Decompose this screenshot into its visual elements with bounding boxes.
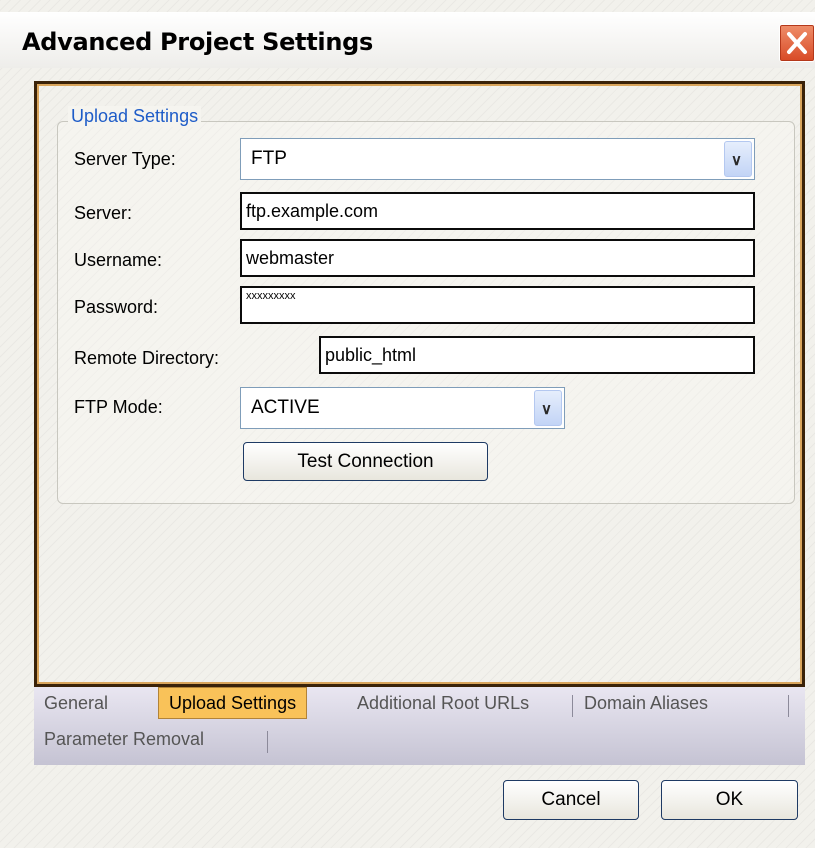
tab-separator: [788, 695, 789, 717]
remote-directory-input[interactable]: [319, 336, 755, 374]
window-title: Advanced Project Settings: [22, 28, 373, 56]
password-masked-value: xxxxxxxxx: [246, 290, 296, 302]
ftp-mode-select[interactable]: ACTIVE ∨: [240, 387, 565, 429]
server-type-dropdown-button[interactable]: ∨: [724, 141, 752, 177]
dialog-client-area: Upload Settings Server Type: FTP ∨ Serve…: [34, 81, 808, 765]
close-icon: [787, 32, 807, 54]
tab-content-panel: Upload Settings Server Type: FTP ∨ Serve…: [34, 81, 805, 687]
remote-directory-label: Remote Directory:: [74, 348, 220, 368]
tab-upload-settings[interactable]: Upload Settings: [158, 687, 308, 719]
cancel-button[interactable]: Cancel: [503, 780, 639, 820]
tab-separator: [572, 695, 573, 717]
password-label: Password:: [74, 297, 159, 317]
tab-general[interactable]: General: [44, 693, 108, 714]
ok-button[interactable]: OK: [661, 780, 798, 820]
server-type-value: FTP: [251, 148, 287, 169]
ftp-mode-value: ACTIVE: [251, 397, 320, 418]
chevron-down-icon: ∨: [731, 152, 742, 169]
close-button[interactable]: [779, 24, 815, 62]
username-input[interactable]: [240, 239, 755, 277]
server-type-select[interactable]: FTP ∨: [240, 138, 755, 180]
password-input[interactable]: xxxxxxxxx: [240, 286, 755, 324]
chevron-down-icon: ∨: [541, 401, 552, 418]
tab-domain-aliases[interactable]: Domain Aliases: [584, 693, 708, 714]
server-input[interactable]: [240, 192, 755, 230]
ftp-mode-dropdown-button[interactable]: ∨: [534, 390, 562, 426]
advanced-project-settings-dialog: Advanced Project Settings Upload Setting…: [0, 0, 815, 848]
server-type-label: Server Type:: [74, 149, 176, 169]
tab-separator: [267, 731, 268, 753]
upload-settings-group-title: Upload Settings: [68, 106, 202, 127]
ftp-mode-label: FTP Mode:: [74, 397, 163, 417]
tab-additional-root-urls[interactable]: Additional Root URLs: [357, 693, 529, 714]
server-label: Server:: [74, 203, 133, 223]
title-bar[interactable]: Advanced Project Settings: [0, 12, 815, 68]
tab-strip: General Upload Settings Additional Root …: [34, 687, 805, 765]
tab-parameter-removal[interactable]: Parameter Removal: [44, 729, 204, 750]
test-connection-button[interactable]: Test Connection: [243, 442, 488, 481]
username-label: Username:: [74, 250, 163, 270]
